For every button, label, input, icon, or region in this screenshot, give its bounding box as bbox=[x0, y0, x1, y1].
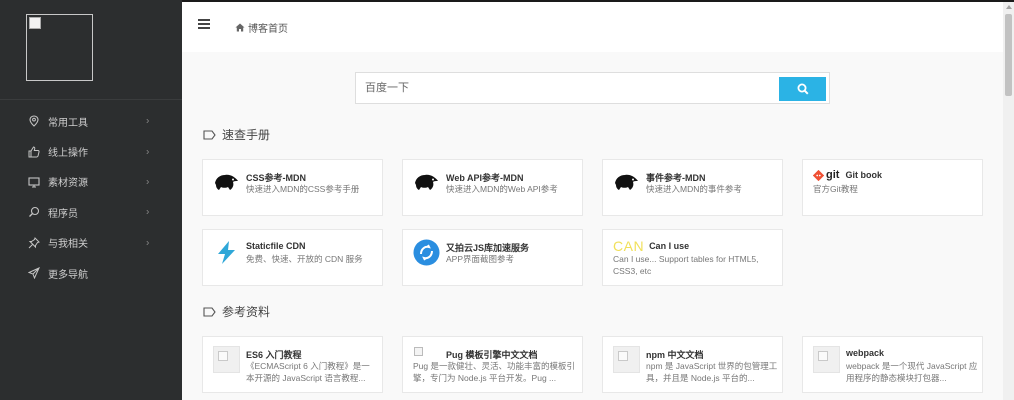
chevron-right-icon: › bbox=[146, 237, 150, 249]
mdn-dino-icon bbox=[615, 174, 638, 190]
card-webpack[interactable]: webpack webpack 是一个现代 JavaScript 应用程序的静态… bbox=[802, 336, 983, 393]
upyun-icon bbox=[413, 239, 440, 266]
tag-icon bbox=[203, 306, 216, 317]
card-description: 官方Git教程 bbox=[813, 184, 858, 194]
search-input[interactable] bbox=[356, 73, 778, 103]
scrollbar-thumb[interactable] bbox=[1005, 14, 1012, 96]
git-logo-text: git bbox=[826, 169, 840, 181]
card-git-book[interactable]: git Git book 官方Git教程 bbox=[802, 159, 983, 216]
git-logo-icon: git Git book bbox=[813, 169, 882, 181]
tag-icon bbox=[203, 129, 216, 140]
card-webapi-mdn[interactable]: Web API参考-MDN 快速进入MDN的Web API参考 bbox=[402, 159, 583, 216]
card-description: webpack 是一个现代 JavaScript 应用程序的静态模块打包器... bbox=[846, 361, 978, 383]
card-description: 快速进入MDN的事件参考 bbox=[646, 184, 742, 194]
chevron-right-icon: › bbox=[146, 206, 150, 218]
card-description: 快速进入MDN的CSS参考手册 bbox=[246, 184, 360, 194]
home-icon bbox=[235, 23, 245, 32]
sidebar-item-assets[interactable]: 素材资源 › bbox=[0, 167, 182, 197]
location-pin-icon bbox=[28, 115, 40, 127]
sidebar-item-tools[interactable]: 常用工具 › bbox=[0, 106, 182, 136]
sidebar-item-label: 程序员 bbox=[48, 208, 78, 220]
chevron-right-icon: › bbox=[146, 176, 150, 188]
sidebar-menu: 常用工具 › 线上操作 › 素材资源 › 程序员 › 与我相关 › 更多导航 bbox=[0, 106, 182, 288]
broken-image-icon bbox=[414, 347, 423, 356]
card-can-i-use[interactable]: CAN Can I use Can I use... Support table… bbox=[602, 229, 783, 286]
card-description: Pug 是一款健壮、灵活、功能丰富的模板引擎，专门为 Node.js 平台开发。… bbox=[413, 361, 575, 383]
card-pug[interactable]: Pug 模板引擎中文文档 Pug 是一款健壮、灵活、功能丰富的模板引擎，专门为 … bbox=[402, 336, 583, 393]
card-description: Can I use... Support tables for HTML5, C… bbox=[613, 254, 759, 276]
scroll-up-icon[interactable] bbox=[1006, 5, 1012, 9]
search-button[interactable] bbox=[779, 77, 826, 101]
sidebar-item-label: 素材资源 bbox=[48, 178, 88, 190]
thumbs-up-icon bbox=[28, 146, 40, 158]
search-box bbox=[355, 72, 830, 104]
page-scrollbar[interactable] bbox=[1003, 2, 1014, 400]
card-title: Can I use bbox=[649, 241, 690, 251]
mdn-dino-icon bbox=[415, 174, 438, 190]
search-icon bbox=[797, 83, 809, 95]
sidebar-item-label: 线上操作 bbox=[48, 148, 88, 160]
blog-home-link[interactable]: 博客首页 bbox=[235, 20, 288, 35]
search-icon bbox=[28, 206, 40, 218]
chevron-right-icon: › bbox=[146, 146, 150, 158]
placeholder-image-icon bbox=[613, 346, 640, 373]
card-title: Git book bbox=[845, 170, 882, 180]
sidebar-item-more[interactable]: 更多导航 bbox=[0, 258, 182, 288]
blog-home-label: 博客首页 bbox=[248, 24, 288, 35]
sidebar-item-label: 与我相关 bbox=[48, 239, 88, 251]
section-title-reference: 参考资料 bbox=[203, 303, 270, 320]
card-events-mdn[interactable]: 事件参考-MDN 快速进入MDN的事件参考 bbox=[602, 159, 783, 216]
section-title-quick: 速查手册 bbox=[203, 126, 270, 143]
placeholder-image-icon bbox=[813, 346, 840, 373]
lightning-icon bbox=[218, 241, 235, 264]
card-description: 免费、快速、开放的 CDN 服务 bbox=[246, 254, 363, 264]
sidebar-divider bbox=[0, 99, 182, 100]
card-es6[interactable]: ES6 入门教程 《ECMAScript 6 入门教程》是一本开源的 JavaS… bbox=[202, 336, 383, 393]
card-description: 快速进入MDN的Web API参考 bbox=[446, 184, 558, 194]
card-css-mdn[interactable]: CSS参考-MDN 快速进入MDN的CSS参考手册 bbox=[202, 159, 383, 216]
sidebar: 常用工具 › 线上操作 › 素材资源 › 程序员 › 与我相关 › 更多导航 bbox=[0, 0, 182, 400]
card-description: npm 是 JavaScript 世界的包管理工具，并且是 Node.js 平台… bbox=[646, 361, 778, 383]
card-upyun[interactable]: 又拍云JS库加速服务 APP界面截图参考 bbox=[402, 229, 583, 286]
card-description: 《ECMAScript 6 入门教程》是一本开源的 JavaScript 语言教… bbox=[246, 361, 370, 383]
card-npm[interactable]: npm 中文文档 npm 是 JavaScript 世界的包管理工具，并且是 N… bbox=[602, 336, 783, 393]
caniuse-logo-icon: CAN Can I use bbox=[613, 238, 689, 254]
broken-image-icon bbox=[29, 17, 41, 29]
send-icon bbox=[28, 267, 40, 280]
card-description: APP界面截图参考 bbox=[446, 254, 515, 264]
top-navbar: 博客首页 bbox=[182, 2, 1003, 52]
placeholder-image-icon bbox=[213, 346, 240, 373]
menu-toggle-icon[interactable] bbox=[198, 19, 210, 33]
caniuse-logo-text: CAN bbox=[613, 238, 645, 254]
sidebar-item-label: 更多导航 bbox=[48, 269, 88, 281]
sidebar-item-about[interactable]: 与我相关 › bbox=[0, 228, 182, 258]
monitor-icon bbox=[28, 176, 40, 188]
sidebar-item-label: 常用工具 bbox=[48, 117, 88, 129]
sidebar-item-online[interactable]: 线上操作 › bbox=[0, 136, 182, 166]
card-staticfile-cdn[interactable]: Staticfile CDN 免费、快速、开放的 CDN 服务 bbox=[202, 229, 383, 286]
mdn-dino-icon bbox=[215, 174, 238, 190]
card-title: Staticfile CDN bbox=[246, 241, 306, 251]
chevron-right-icon: › bbox=[146, 115, 150, 127]
card-title: webpack bbox=[846, 348, 885, 358]
section-title-label: 参考资料 bbox=[222, 305, 271, 319]
site-logo[interactable] bbox=[26, 14, 93, 81]
sidebar-item-programmer[interactable]: 程序员 › bbox=[0, 197, 182, 227]
pin-icon bbox=[28, 236, 40, 249]
section-title-label: 速查手册 bbox=[222, 128, 271, 142]
